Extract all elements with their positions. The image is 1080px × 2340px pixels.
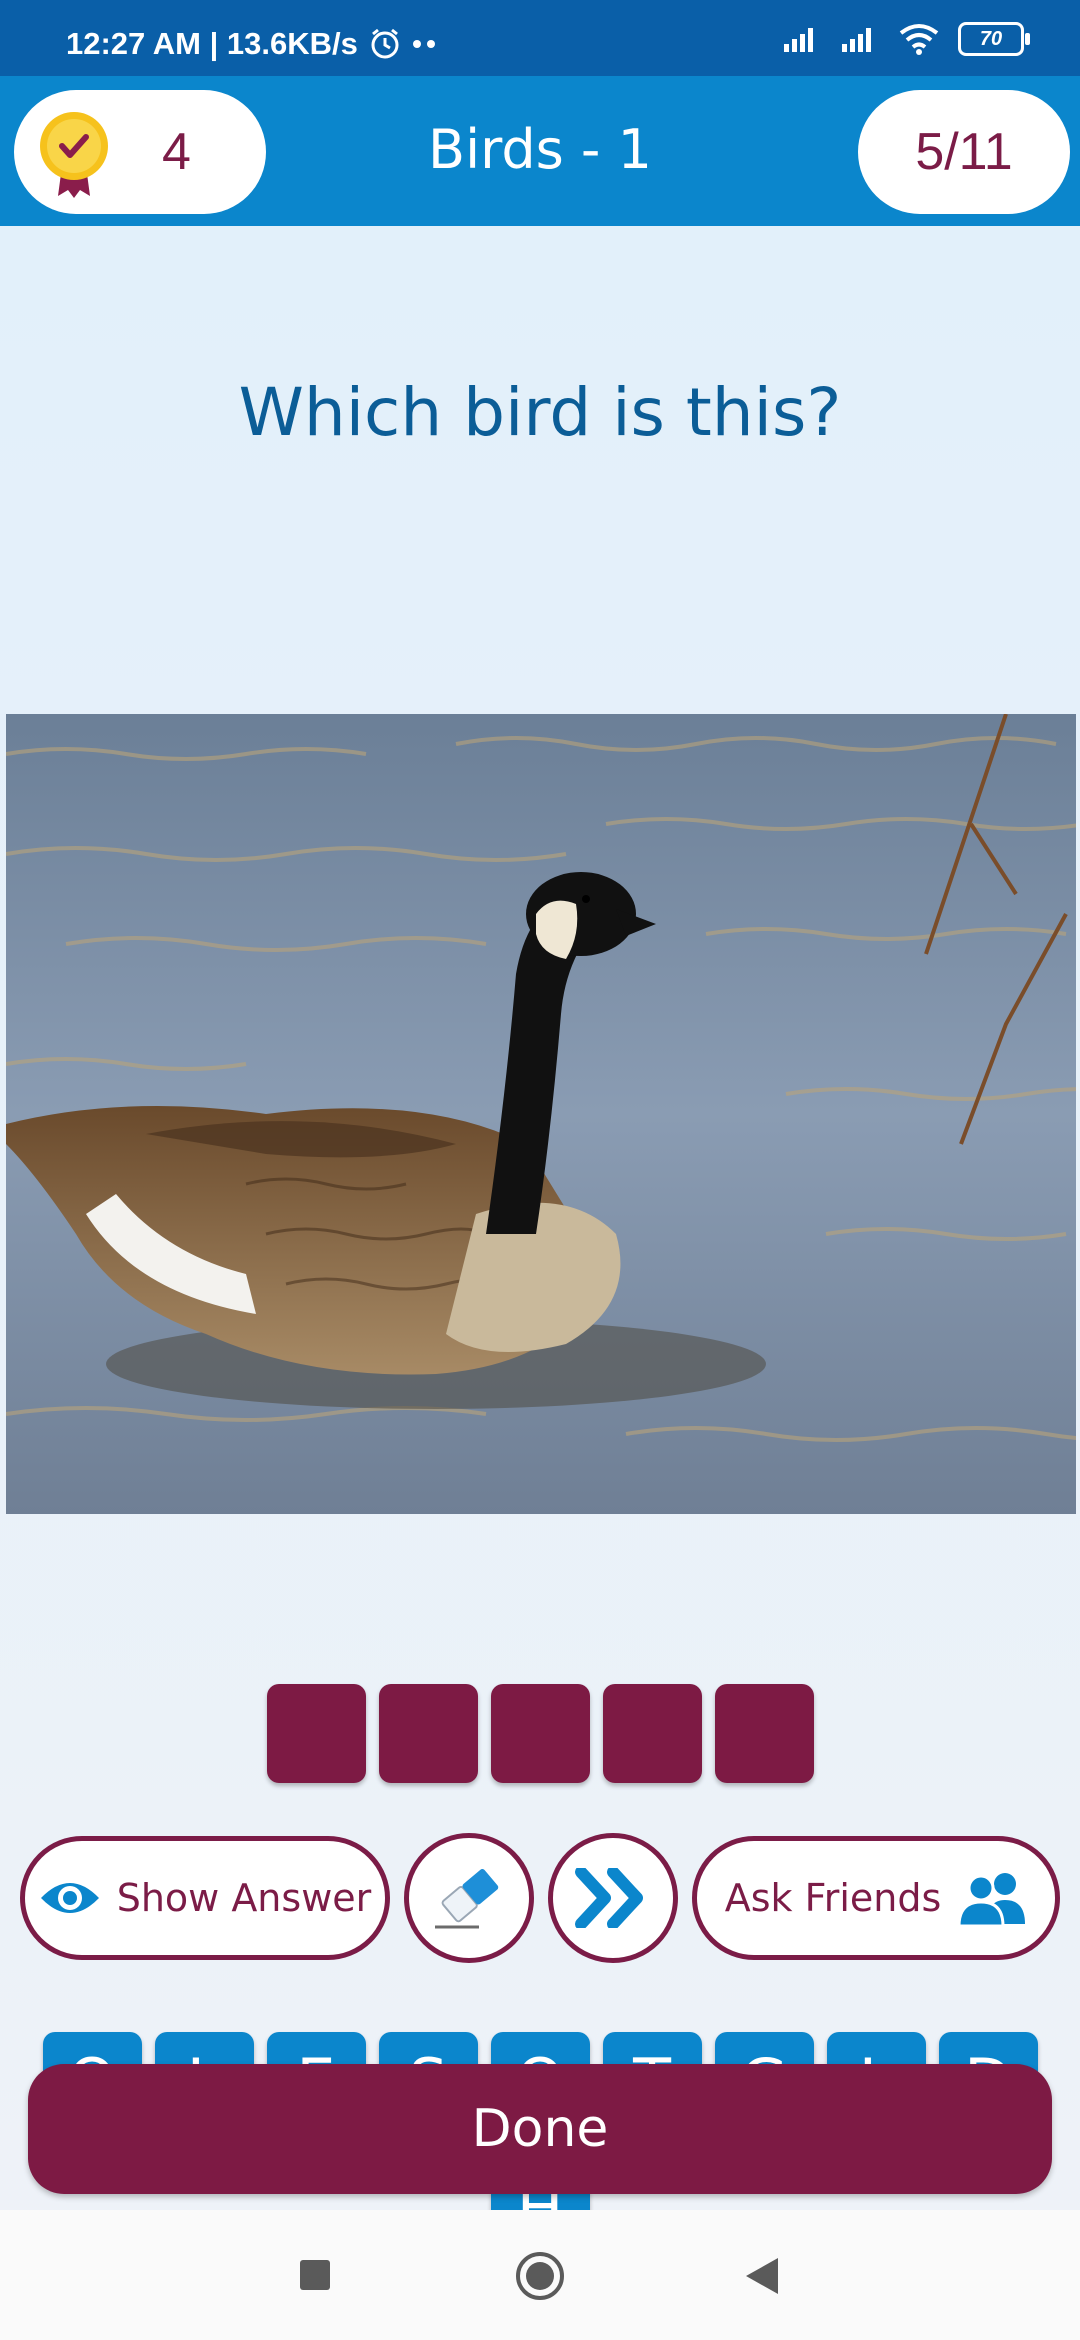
show-answer-button[interactable]: Show Answer (20, 1836, 390, 1960)
home-icon[interactable] (514, 2250, 566, 2302)
bird-photo (6, 714, 1076, 1514)
eraser-icon (435, 1869, 499, 1929)
back-icon[interactable] (744, 2256, 780, 2296)
battery-icon: 70 (958, 22, 1030, 56)
answer-slot[interactable] (490, 1684, 590, 1783)
done-button[interactable]: Done (28, 2064, 1052, 2194)
skip-button[interactable] (548, 1833, 678, 1963)
ask-friends-button[interactable]: Ask Friends (692, 1836, 1060, 1960)
friends-icon (957, 1873, 1026, 1926)
answer-slot[interactable] (378, 1684, 478, 1783)
system-navigation-bar (0, 2210, 1080, 2340)
quiz-content: Which bird is this? Show Answer Ask Frie… (0, 226, 1080, 2258)
alarm-icon (371, 28, 399, 59)
recents-icon[interactable] (298, 2258, 332, 2292)
answer-slots (0, 1684, 1080, 1783)
wifi-icon (899, 24, 939, 55)
status-bar: 12:27 AM | 13.6KB/s 70 (0, 0, 1080, 76)
hint-actions: Show Answer Ask Friends (0, 1833, 1080, 1966)
signal-icon (784, 28, 813, 52)
status-time-speed: 12:27 AM | 13.6KB/s (66, 26, 358, 61)
double-chevron-right-icon (575, 1868, 643, 1928)
answer-slot[interactable] (714, 1684, 814, 1783)
question-text: Which bird is this? (238, 374, 842, 451)
answer-slot[interactable] (266, 1684, 366, 1783)
signal-icon-2 (842, 28, 871, 52)
answer-slot[interactable] (602, 1684, 702, 1783)
more-notifications-icon (412, 40, 435, 48)
eraser-button[interactable] (404, 1833, 534, 1963)
eye-icon (40, 1883, 99, 1913)
question-progress: 5/11 (858, 90, 1070, 214)
show-answer-label: Show Answer (116, 1876, 372, 1920)
top-app-bar: 4 Birds - 1 5/11 (0, 76, 1080, 226)
ask-friends-label: Ask Friends (724, 1876, 942, 1920)
